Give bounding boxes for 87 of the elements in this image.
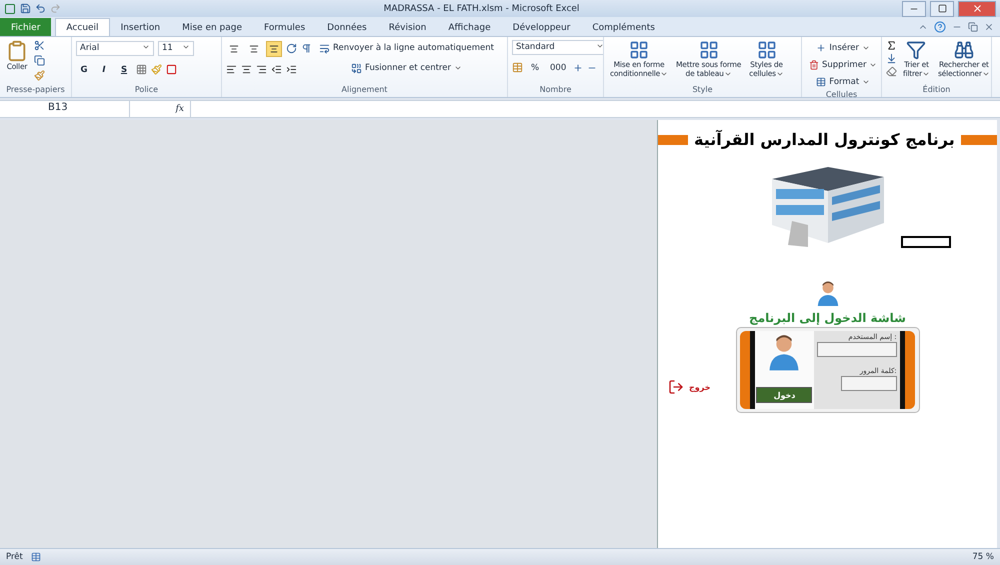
ribbon-tab[interactable]: Insertion <box>110 18 172 36</box>
selected-cell <box>901 236 951 248</box>
ribbon-group-label: Cellules <box>824 90 858 97</box>
font-style-button[interactable]: I <box>96 62 112 78</box>
increase-decimal-icon[interactable] <box>573 62 584 72</box>
insert-icon <box>816 43 826 53</box>
wrap-text-icon <box>319 42 330 54</box>
copy-icon[interactable] <box>34 55 45 66</box>
exit-link[interactable]: خروج <box>689 382 710 392</box>
ribbon-tab[interactable]: Développeur <box>502 18 582 36</box>
name-box[interactable]: B13 <box>0 101 130 117</box>
clipboard-icon <box>6 40 28 62</box>
save-icon[interactable] <box>20 3 31 14</box>
ribbon-group-label: Nombre <box>538 85 572 96</box>
rotate-text-icon[interactable] <box>286 43 297 54</box>
table-grid-icon <box>756 40 776 60</box>
scissors-icon[interactable] <box>34 40 45 51</box>
user-avatar-icon <box>767 333 802 371</box>
format-table-icon <box>816 77 826 87</box>
insert-function-button[interactable]: fx <box>130 104 190 114</box>
ribbon-tab[interactable]: Accueil <box>55 18 110 36</box>
close-icon[interactable] <box>984 22 994 32</box>
ribbon-tab[interactable]: Révision <box>378 18 438 36</box>
paintbrush-icon[interactable] <box>34 70 45 81</box>
cells-button[interactable]: Format <box>806 74 880 90</box>
number-format-dropdown[interactable]: Standard <box>512 40 603 55</box>
maximize-button[interactable] <box>930 0 954 16</box>
font-style-button[interactable]: S <box>116 62 132 78</box>
borders-icon[interactable] <box>136 64 147 75</box>
table-grid-icon <box>698 40 719 60</box>
filter-icon <box>906 40 926 60</box>
align-lines-icon <box>229 44 239 54</box>
ribbon-tab[interactable]: Mise en page <box>171 18 254 36</box>
ribbon-group-label: Édition <box>922 85 952 96</box>
username-field[interactable] <box>816 342 897 358</box>
password-field[interactable] <box>840 376 897 392</box>
ribbon-group-label: Presse-papiers <box>5 85 66 96</box>
font-size-dropdown[interactable]: 11 <box>158 41 194 56</box>
ribbon-tab[interactable]: Compléments <box>581 18 666 36</box>
program-title: برنامج كونترول المدارس القرآنية <box>694 130 955 149</box>
cells-button[interactable]: Supprimer <box>806 57 880 73</box>
font-style-button[interactable]: G <box>76 62 92 78</box>
table-grid-icon <box>629 40 650 60</box>
file-menu-tab[interactable]: Fichier <box>0 18 52 36</box>
ribbon-group-label: Alignement <box>340 85 388 96</box>
merge-center-button[interactable]: Fusionner et centrer <box>316 60 498 76</box>
close-icon <box>972 3 982 14</box>
caret-icon <box>454 64 462 72</box>
window-title: MADRASSA - EL FATH.xlsm - Microsoft Excel <box>382 4 580 14</box>
ribbon-group-label: Style <box>691 85 714 96</box>
login-button[interactable]: دخول <box>756 387 812 404</box>
align-left-icon[interactable] <box>226 64 237 75</box>
sum-icon[interactable] <box>886 40 897 51</box>
user-avatar-icon <box>816 280 840 306</box>
ribbon-tab[interactable]: Données <box>316 18 378 36</box>
caret-icon <box>869 61 878 69</box>
caret-icon <box>862 78 870 86</box>
status-text: Prêt <box>6 552 23 562</box>
zoom-level: 75 % <box>972 552 994 562</box>
number-format-button[interactable]: % <box>527 60 543 76</box>
exit-icon[interactable] <box>668 379 684 396</box>
align-lines-icon <box>249 44 259 54</box>
wrap-text-button[interactable]: Renvoyer à la ligne automatiquement <box>316 40 498 56</box>
help-icon[interactable] <box>934 21 946 33</box>
vertical-align-button[interactable] <box>266 40 282 56</box>
indent-icon[interactable] <box>286 64 297 75</box>
merge-cells-icon <box>351 62 362 74</box>
align-center-icon[interactable] <box>241 64 252 75</box>
number-format-button[interactable]: 000 <box>547 60 570 76</box>
ribbon-group-label: Police <box>134 85 160 96</box>
eraser-icon[interactable] <box>886 66 897 77</box>
outdent-icon[interactable] <box>271 64 282 75</box>
restore-icon[interactable] <box>968 22 978 32</box>
maximize-icon <box>938 4 946 13</box>
ribbon-tab[interactable]: Affichage <box>437 18 502 36</box>
cells-button[interactable]: Insérer <box>806 40 880 56</box>
paragraph-icon[interactable] <box>301 43 312 54</box>
binoculars-icon <box>954 40 974 60</box>
delete-icon <box>809 60 819 70</box>
ribbon-tab[interactable]: Formules <box>253 18 316 36</box>
undo-icon[interactable] <box>35 3 46 14</box>
login-heading: شاشة الدخول إلى البرنامج <box>749 311 906 326</box>
align-right-icon[interactable] <box>256 64 267 75</box>
align-lines-icon <box>269 44 279 54</box>
caret-icon <box>862 44 870 52</box>
fill-down-icon[interactable] <box>886 53 897 64</box>
font-name-dropdown[interactable]: Arial <box>76 41 154 56</box>
